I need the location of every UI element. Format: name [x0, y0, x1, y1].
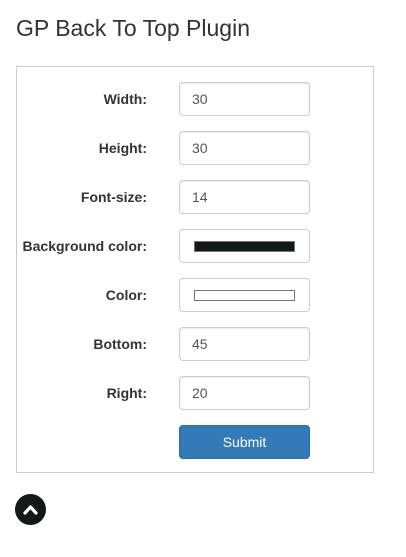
color-row: Color:	[17, 278, 373, 312]
bottom-row: Bottom:	[17, 327, 373, 361]
submit-button[interactable]: Submit	[179, 425, 310, 459]
color-label: Color:	[105, 287, 147, 303]
height-label: Height:	[98, 140, 147, 156]
font-size-label: Font-size:	[80, 189, 147, 205]
background-color-row: Background color:	[17, 229, 373, 263]
background-color-label: Background color:	[22, 238, 147, 254]
width-input[interactable]	[179, 82, 310, 116]
color-picker[interactable]	[179, 278, 310, 312]
right-row: Right:	[17, 376, 373, 410]
font-size-input[interactable]	[179, 180, 310, 214]
background-color-swatch	[194, 241, 295, 252]
page-title: GP Back To Top Plugin	[16, 15, 250, 41]
height-input[interactable]	[179, 131, 310, 165]
back-to-top-button[interactable]	[15, 494, 46, 525]
background-color-picker[interactable]	[179, 229, 310, 263]
color-swatch	[194, 290, 295, 301]
right-input[interactable]	[179, 376, 310, 410]
chevron-up-icon	[23, 505, 38, 515]
bottom-input[interactable]	[179, 327, 310, 361]
width-label: Width:	[103, 91, 147, 107]
right-label: Right:	[106, 385, 147, 401]
bottom-label: Bottom:	[93, 336, 147, 352]
settings-form: Width: Height: Font-size: Background col…	[16, 66, 374, 473]
font-size-row: Font-size:	[17, 180, 373, 214]
height-row: Height:	[17, 131, 373, 165]
width-row: Width:	[17, 82, 373, 116]
